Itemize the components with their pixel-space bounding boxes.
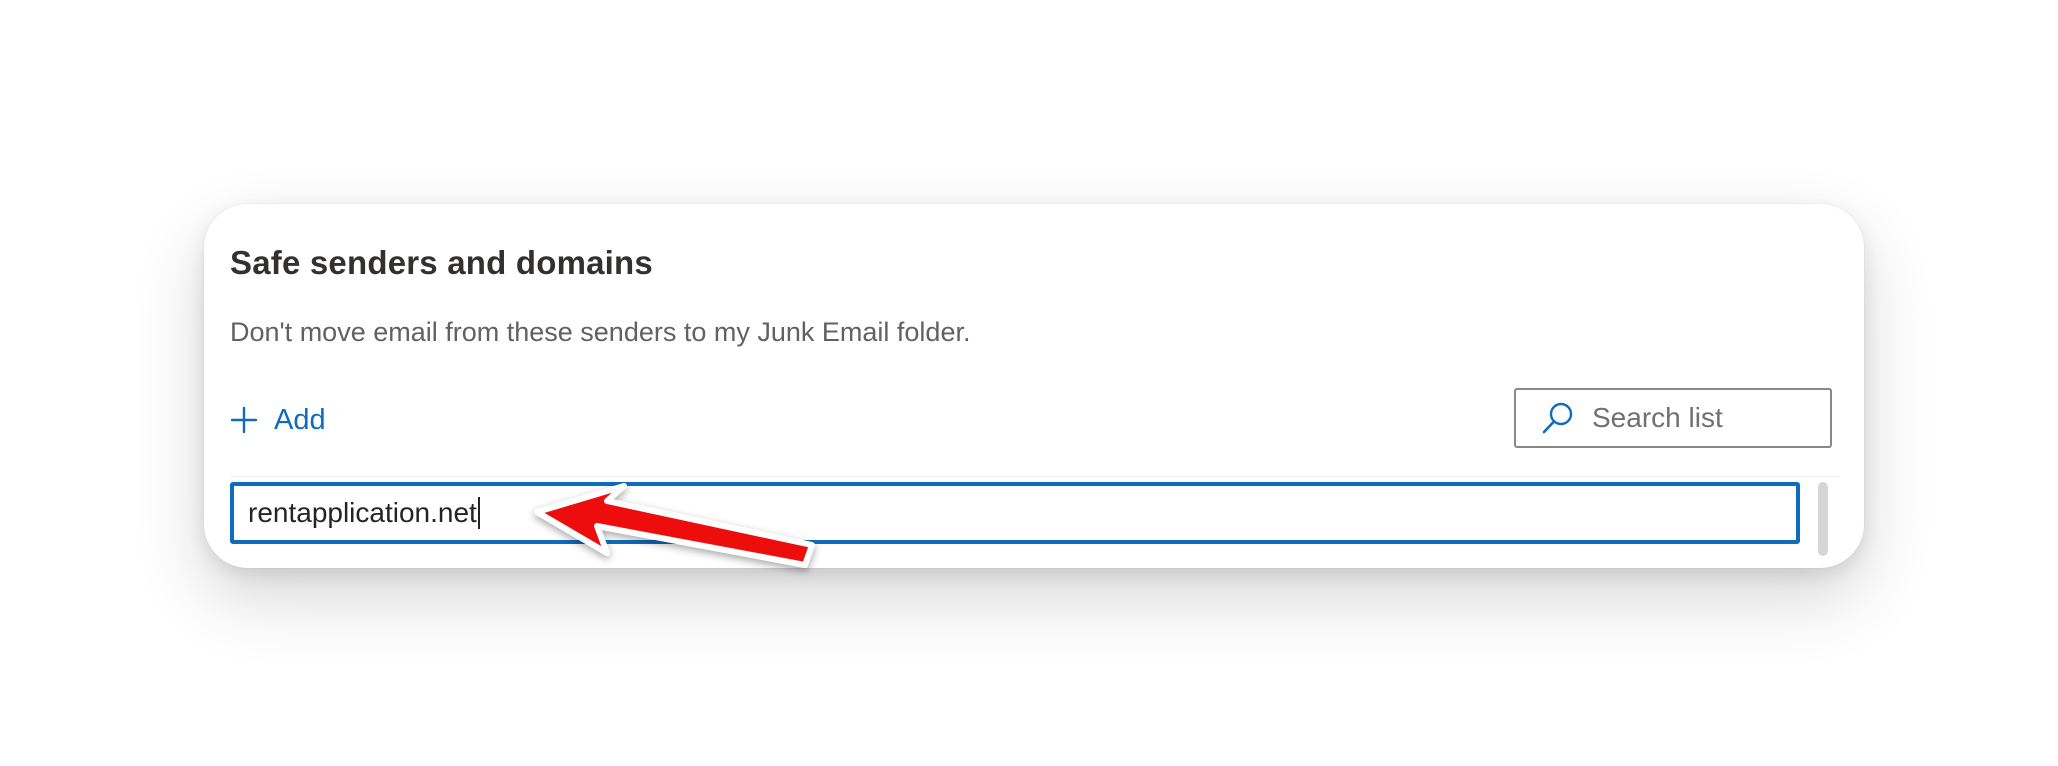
add-button-label: Add	[274, 403, 326, 436]
search-list-field[interactable]	[1514, 388, 1832, 448]
safe-senders-panel: Safe senders and domains Don't move emai…	[204, 204, 1864, 568]
add-button[interactable]: Add	[230, 400, 326, 440]
sender-domain-value: rentapplication.net	[248, 497, 477, 528]
search-list-input[interactable]	[1590, 401, 1814, 435]
panel-title: Safe senders and domains	[230, 244, 653, 281]
search-icon	[1540, 400, 1576, 436]
list-scrollbar[interactable]	[1818, 482, 1828, 556]
plus-icon	[230, 406, 258, 434]
panel-description: Don't move email from these senders to m…	[230, 317, 971, 347]
text-caret	[477, 497, 480, 529]
sender-domain-input[interactable]: rentapplication.net	[230, 482, 1800, 544]
